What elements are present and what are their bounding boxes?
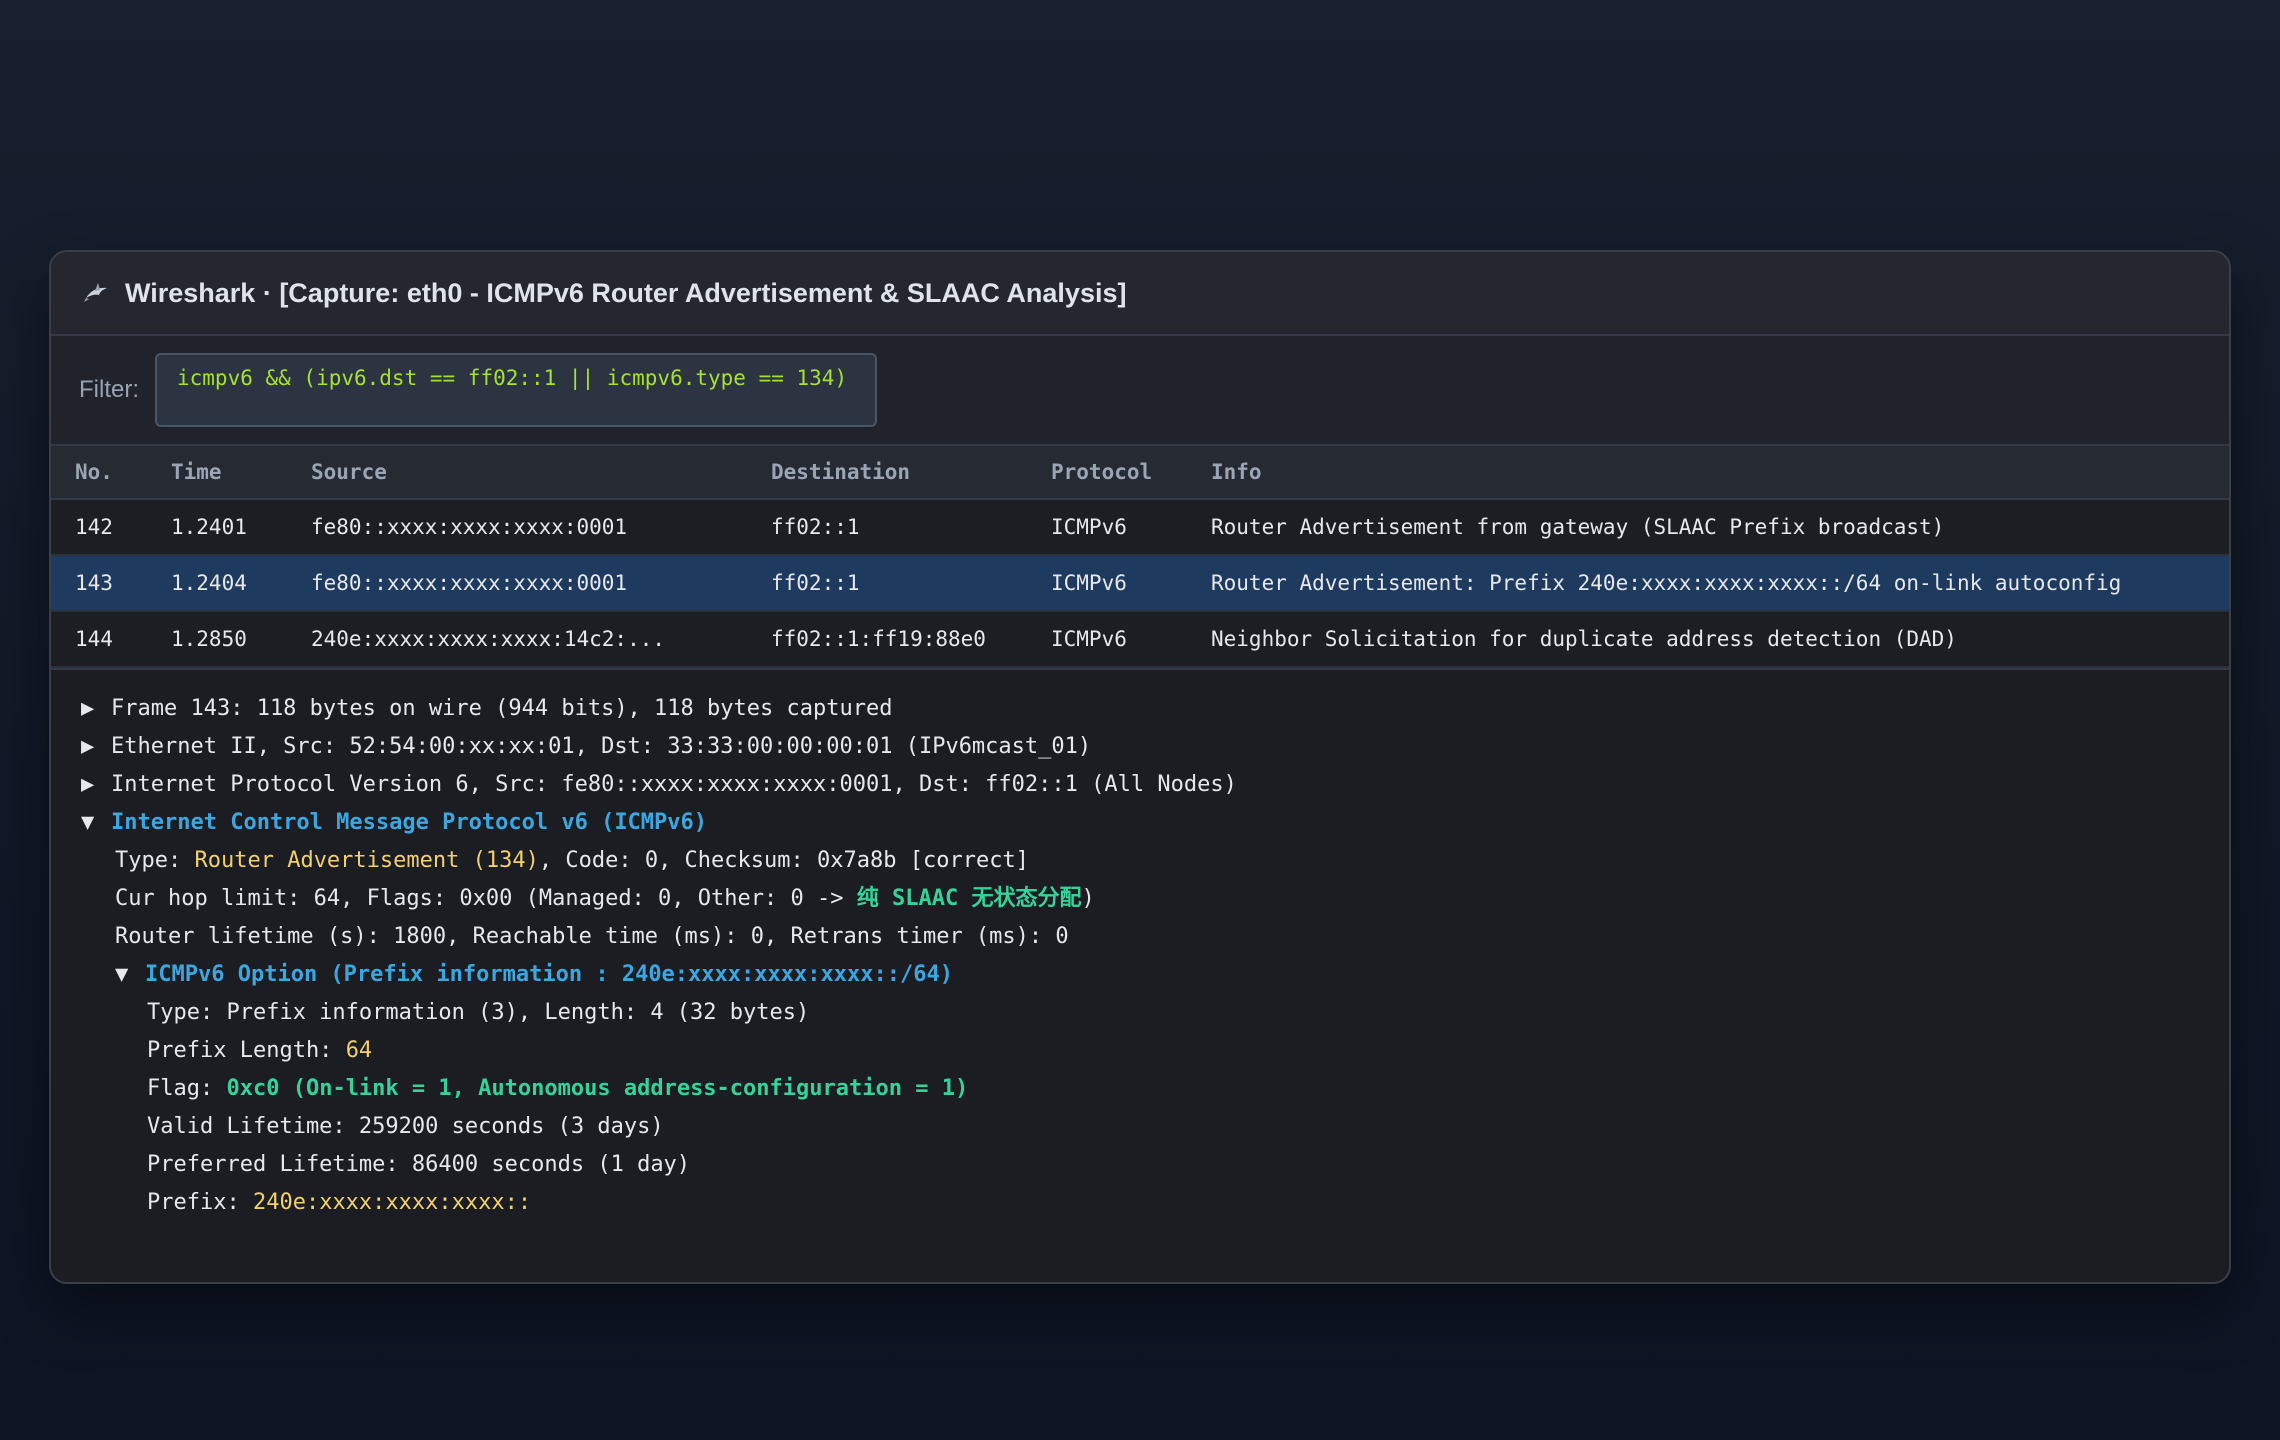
type-value: Router Advertisement (134) — [194, 848, 539, 873]
detail-icmpv6-header: Internet Control Message Protocol v6 (IC… — [111, 810, 708, 835]
window-title: Wireshark · [Capture: eth0 - ICMPv6 Rout… — [125, 277, 1127, 308]
packet-destination: ff02::1 — [747, 499, 1027, 556]
packet-protocol: ICMPv6 — [1027, 555, 1187, 612]
expand-arrow-icon[interactable]: ▶ — [81, 728, 111, 766]
packet-protocol: ICMPv6 — [1027, 611, 1187, 668]
packet-details-pane: ▶ Frame 143: 118 bytes on wire (944 bits)… — [51, 668, 2229, 1222]
type-label: Type: — [115, 848, 195, 873]
prefix-label: Prefix: — [147, 1190, 253, 1215]
packet-row-selected[interactable]: 143 1.2404 fe80::xxxx:xxxx:xxxx:0001 ff0… — [51, 555, 2229, 612]
column-header-source[interactable]: Source — [287, 446, 747, 500]
packet-destination: ff02::1 — [747, 555, 1027, 612]
column-header-info[interactable]: Info — [1187, 446, 2229, 500]
valid-lifetime-text: Valid Lifetime: 259200 seconds (3 days) — [147, 1114, 664, 1139]
packet-time: 1.2404 — [147, 555, 287, 612]
packet-no: 144 — [51, 611, 147, 668]
preferred-lifetime-text: Preferred Lifetime: 86400 seconds (1 day… — [147, 1152, 691, 1177]
detail-ethernet-text: Ethernet II, Src: 52:54:00:xx:xx:01, Dst… — [111, 734, 1092, 759]
detail-flag[interactable]: Flag: 0xc0 (On-link = 1, Autonomous addr… — [51, 1070, 2229, 1108]
packet-info: Neighbor Solicitation for duplicate addr… — [1187, 611, 2229, 668]
router-lifetime-text: Router lifetime (s): 1800, Reachable tim… — [115, 924, 1069, 949]
collapse-arrow-icon[interactable]: ▼ — [115, 956, 145, 994]
prefix-value: 240e:xxxx:xxxx:xxxx:: — [252, 1190, 532, 1215]
detail-router-lifetime[interactable]: Router lifetime (s): 1800, Reachable tim… — [51, 918, 2229, 956]
expand-arrow-icon[interactable]: ▶ — [81, 690, 111, 728]
collapse-arrow-icon[interactable]: ▼ — [81, 804, 111, 842]
prefix-option-header: ICMPv6 Option (Prefix information : 240e… — [145, 962, 953, 987]
packet-time: 1.2401 — [147, 499, 287, 556]
prefix-length-label: Prefix Length: — [147, 1038, 346, 1063]
display-filter-input[interactable]: icmpv6 && (ipv6.dst == ff02::1 || icmpv6… — [155, 353, 877, 427]
flag-label: Flag: — [147, 1076, 227, 1101]
packet-time: 1.2850 — [147, 611, 287, 668]
filter-bar: Filter: icmpv6 && (ipv6.dst == ff02::1 |… — [51, 336, 2229, 446]
detail-icmpv6-type[interactable]: Type: Router Advertisement (134), Code: … — [51, 842, 2229, 880]
wireshark-window: Wireshark · [Capture: eth0 - ICMPv6 Rout… — [49, 250, 2231, 1284]
detail-hop-limit[interactable]: Cur hop limit: 64, Flags: 0x00 (Managed:… — [51, 880, 2229, 918]
packet-source: fe80::xxxx:xxxx:xxxx:0001 — [287, 555, 747, 612]
detail-ipv6-text: Internet Protocol Version 6, Src: fe80::… — [111, 772, 1237, 797]
title-bar: Wireshark · [Capture: eth0 - ICMPv6 Rout… — [51, 252, 2229, 336]
packet-destination: ff02::1:ff19:88e0 — [747, 611, 1027, 668]
expand-arrow-icon[interactable]: ▶ — [81, 766, 111, 804]
detail-option-type[interactable]: Type: Prefix information (3), Length: 4 … — [51, 994, 2229, 1032]
packet-protocol: ICMPv6 — [1027, 499, 1187, 556]
packet-source: 240e:xxxx:xxxx:xxxx:14c2:... — [287, 611, 747, 668]
column-header-destination[interactable]: Destination — [747, 446, 1027, 500]
detail-frame[interactable]: ▶ Frame 143: 118 bytes on wire (944 bits)… — [51, 690, 2229, 728]
packet-row[interactable]: 144 1.2850 240e:xxxx:xxxx:xxxx:14c2:... … — [51, 611, 2229, 668]
hop-limit-text: Cur hop limit: 64, Flags: 0x00 (Managed:… — [115, 886, 857, 911]
detail-prefix-option[interactable]: ▼ ICMPv6 Option (Prefix information : 240… — [51, 956, 2229, 994]
column-header-time[interactable]: Time — [147, 446, 287, 500]
column-header-no[interactable]: No. — [51, 446, 147, 500]
detail-preferred-lifetime[interactable]: Preferred Lifetime: 86400 seconds (1 day… — [51, 1146, 2229, 1184]
option-type-text: Type: Prefix information (3), Length: 4 … — [147, 1000, 810, 1025]
detail-ipv6[interactable]: ▶ Internet Protocol Version 6, Src: fe80:… — [51, 766, 2229, 804]
detail-ethernet[interactable]: ▶ Ethernet II, Src: 52:54:00:xx:xx:01, Ds… — [51, 728, 2229, 766]
packet-info: Router Advertisement from gateway (SLAAC… — [1187, 499, 2229, 556]
type-suffix: , Code: 0, Checksum: 0x7a8b [correct] — [538, 848, 1029, 873]
hop-limit-suffix: ) — [1081, 886, 1095, 911]
flag-value: 0xc0 (On-link = 1, Autonomous address-co… — [226, 1076, 969, 1101]
detail-frame-text: Frame 143: 118 bytes on wire (944 bits),… — [111, 696, 893, 721]
detail-prefix-length[interactable]: Prefix Length: 64 — [51, 1032, 2229, 1070]
packet-no: 142 — [51, 499, 147, 556]
detail-valid-lifetime[interactable]: Valid Lifetime: 259200 seconds (3 days) — [51, 1108, 2229, 1146]
packet-list-header: No. Time Source Destination Protocol Inf… — [51, 446, 2229, 500]
packet-row[interactable]: 142 1.2401 fe80::xxxx:xxxx:xxxx:0001 ff0… — [51, 499, 2229, 556]
shark-icon — [84, 283, 107, 302]
packet-no: 143 — [51, 555, 147, 612]
prefix-length-value: 64 — [345, 1038, 373, 1063]
column-header-protocol[interactable]: Protocol — [1027, 446, 1187, 500]
detail-icmpv6[interactable]: ▼ Internet Control Message Protocol v6 (I… — [51, 804, 2229, 842]
packet-list: No. Time Source Destination Protocol Inf… — [51, 446, 2229, 668]
filter-label: Filter: — [79, 376, 139, 403]
packet-info: Router Advertisement: Prefix 240e:xxxx:x… — [1187, 555, 2229, 612]
packet-source: fe80::xxxx:xxxx:xxxx:0001 — [287, 499, 747, 556]
detail-prefix[interactable]: Prefix: 240e:xxxx:xxxx:xxxx:: — [51, 1184, 2229, 1222]
slaac-highlight: 纯 SLAAC 无状态分配 — [856, 886, 1082, 911]
